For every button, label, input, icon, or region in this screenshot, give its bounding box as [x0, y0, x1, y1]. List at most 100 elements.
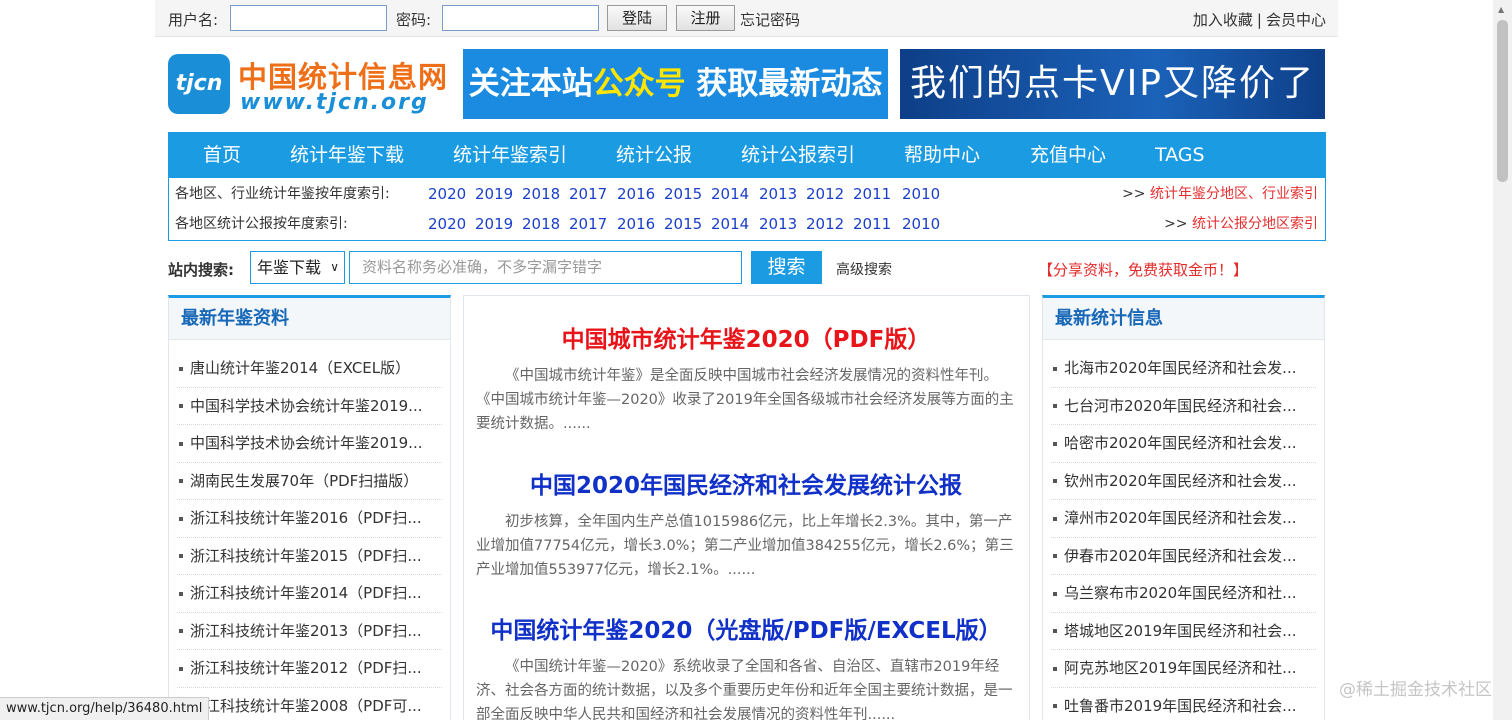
nav-bulletin[interactable]: 统计公报	[616, 132, 692, 178]
year-link[interactable]: 2018	[522, 179, 560, 209]
year-link[interactable]: 2011	[853, 179, 891, 209]
list-item-label: 乌兰察布市2020年国民经济和社...	[1064, 584, 1297, 602]
year-link[interactable]: 2013	[759, 209, 797, 239]
year-link[interactable]: 2012	[806, 179, 844, 209]
search-input[interactable]: 资料名称务必准确，不多字漏字错字	[349, 251, 742, 284]
search-label: 站内搜索:	[168, 261, 234, 279]
username-label: 用户名:	[168, 11, 219, 29]
banner1-text-b: 获取最新动态	[685, 66, 883, 102]
bullet-icon	[179, 404, 183, 408]
list-item[interactable]: 伊春市2020年国民经济和社会发...	[1051, 538, 1316, 575]
list-item[interactable]: 浙江科技统计年鉴2014（PDF扫...	[177, 575, 442, 613]
member-center-link[interactable]: 会员中心	[1266, 11, 1326, 29]
list-item[interactable]: 浙江科技统计年鉴2016（PDF扫...	[177, 500, 442, 538]
year-link[interactable]: 2011	[853, 209, 891, 239]
yearbook-row-label: 各地区、行业统计年鉴按年度索引:	[175, 186, 390, 202]
search-button[interactable]: 搜索	[751, 251, 822, 284]
advanced-search-link[interactable]: 高级搜索	[836, 259, 892, 279]
year-link[interactable]: 2013	[759, 179, 797, 209]
list-item[interactable]: 湖南民生发展70年（PDF扫描版）	[177, 463, 442, 500]
nav-home[interactable]: 首页	[203, 132, 241, 178]
year-link[interactable]: 2020	[428, 179, 466, 209]
year-link[interactable]: 2014	[711, 209, 749, 239]
article-summary: 初步核算，全年国内生产总值1015986亿元，比上年增长2.3%。其中，第一产业…	[476, 514, 1014, 578]
password-input[interactable]	[442, 5, 599, 31]
list-item[interactable]: 浙江科技统计年鉴2012（PDF扫...	[177, 650, 442, 688]
article-title[interactable]: 中国统计年鉴2020（光盘版/PDF版/EXCEL版）	[476, 611, 1016, 645]
year-link[interactable]: 2019	[475, 209, 513, 239]
list-item-label: 湖南民生发展70年（PDF扫描版）	[190, 471, 419, 490]
bullet-icon	[179, 366, 183, 371]
list-item-label: 浙江科技统计年鉴2016（PDF扫...	[190, 509, 422, 527]
year-link[interactable]: 2020	[428, 209, 466, 239]
year-link[interactable]: 2017	[569, 209, 607, 239]
bullet-icon	[1053, 516, 1057, 521]
list-item[interactable]: 七台河市2020年国民经济和社会...	[1051, 388, 1316, 425]
list-item[interactable]: 中国科学技术协会统计年鉴2019...	[177, 425, 442, 463]
list-item-label: 中国科学技术协会统计年鉴2019...	[190, 396, 423, 415]
year-link[interactable]: 2010	[902, 209, 940, 239]
nav-help[interactable]: 帮助中心	[904, 132, 980, 178]
year-link[interactable]: 2012	[806, 209, 844, 239]
scrollbar-thumb[interactable]	[1497, 20, 1508, 182]
year-link[interactable]: 2015	[664, 209, 702, 239]
list-item[interactable]: 唐山统计年鉴2014（EXCEL版）	[177, 350, 442, 388]
forgot-password-link[interactable]: 忘记密码	[740, 9, 800, 30]
page-scrollbar[interactable]: ▲	[1493, 0, 1512, 720]
year-link[interactable]: 2014	[711, 179, 749, 209]
list-item[interactable]: 浙江科技统计年鉴2015（PDF扫...	[177, 538, 442, 575]
login-button[interactable]: 登陆	[607, 5, 667, 31]
username-input[interactable]	[230, 5, 387, 31]
list-item[interactable]: 阿克苏地区2019年国民经济和社...	[1051, 650, 1316, 688]
list-item-label: 浙江科技统计年鉴2012（PDF扫...	[190, 659, 422, 677]
register-button[interactable]: 注册	[676, 5, 735, 31]
search-type-select[interactable]: 年鉴下载 ∨	[250, 251, 345, 284]
bulletin-row-label: 各地区统计公报按年度索引:	[175, 216, 348, 232]
year-link[interactable]: 2015	[664, 179, 702, 209]
list-item-label: 漳州市2020年国民经济和社会发...	[1064, 509, 1297, 527]
nav-tags[interactable]: TAGS	[1155, 132, 1205, 178]
bullet-icon	[1053, 479, 1057, 483]
article-title[interactable]: 中国城市统计年鉴2020（PDF版）	[476, 320, 1016, 354]
watermark: @稀土掘金技术社区	[1339, 680, 1492, 700]
site-logo[interactable]: tjcn 中国统计信息网 www.tjcn.org	[168, 54, 453, 118]
add-favorite-link[interactable]: 加入收藏	[1193, 11, 1253, 29]
list-item-label: 唐山统计年鉴2014（EXCEL版）	[190, 359, 411, 377]
bulletin-region-index-text: 统计公报分地区索引	[1192, 216, 1318, 232]
list-item[interactable]: 浙江科技统计年鉴2013（PDF扫...	[177, 613, 442, 650]
year-link[interactable]: 2019	[475, 179, 513, 209]
list-item[interactable]: 钦州市2020年国民经济和社会发...	[1051, 463, 1316, 500]
year-link[interactable]: 2018	[522, 209, 560, 239]
list-item[interactable]: 乌兰察布市2020年国民经济和社...	[1051, 575, 1316, 613]
nav-bulletin-index[interactable]: 统计公报索引	[741, 132, 855, 178]
year-link[interactable]: 2010	[902, 179, 940, 209]
yearbook-region-index-link[interactable]: >> 统计年鉴分地区、行业索引	[1122, 179, 1318, 209]
bullet-icon	[1053, 591, 1057, 596]
bulletin-region-index-link[interactable]: >> 统计公报分地区索引	[1164, 209, 1318, 239]
nav-yearbook-index[interactable]: 统计年鉴索引	[453, 132, 567, 178]
list-item[interactable]: 中国科学技术协会统计年鉴2019...	[177, 388, 442, 425]
nav-yearbook-download[interactable]: 统计年鉴下载	[290, 132, 404, 178]
article-title[interactable]: 中国2020年国民经济和社会发展统计公报	[476, 466, 1016, 500]
scroll-up-icon[interactable]: ▲	[1498, 5, 1504, 14]
share-notice-link[interactable]: 【分享资料，免费获取金币！】	[1038, 259, 1248, 280]
list-item[interactable]: 吐鲁番市2019年国民经济和社会...	[1051, 688, 1316, 720]
bullet-icon	[179, 591, 183, 596]
vip-banner[interactable]: 我们的点卡VIP又降价了	[900, 49, 1325, 119]
list-item[interactable]: 漳州市2020年国民经济和社会发...	[1051, 500, 1316, 538]
year-link[interactable]: 2016	[617, 209, 655, 239]
list-item-label: 北海市2020年国民经济和社会发...	[1064, 359, 1297, 377]
year-link[interactable]: 2017	[569, 179, 607, 209]
list-item[interactable]: 浙江科技统计年鉴2008（PDF可...	[177, 688, 442, 720]
nav-recharge[interactable]: 充值中心	[1030, 132, 1106, 178]
list-item-label: 伊春市2020年国民经济和社会发...	[1064, 546, 1297, 565]
year-link[interactable]: 2016	[617, 179, 655, 209]
list-item[interactable]: 塔城地区2019年国民经济和社会...	[1051, 613, 1316, 650]
wechat-banner[interactable]: 关注本站公众号 获取最新动态	[463, 49, 888, 119]
logo-badge-icon: tjcn	[168, 54, 230, 114]
list-item[interactable]: 哈密市2020年国民经济和社会发...	[1051, 425, 1316, 463]
list-item-label: 七台河市2020年国民经济和社会...	[1064, 396, 1297, 415]
year-index-box: 各地区、行业统计年鉴按年度索引: 2020 2019 2018 2017 201…	[168, 178, 1326, 241]
bullet-icon	[179, 666, 183, 671]
list-item[interactable]: 北海市2020年国民经济和社会发...	[1051, 350, 1316, 388]
